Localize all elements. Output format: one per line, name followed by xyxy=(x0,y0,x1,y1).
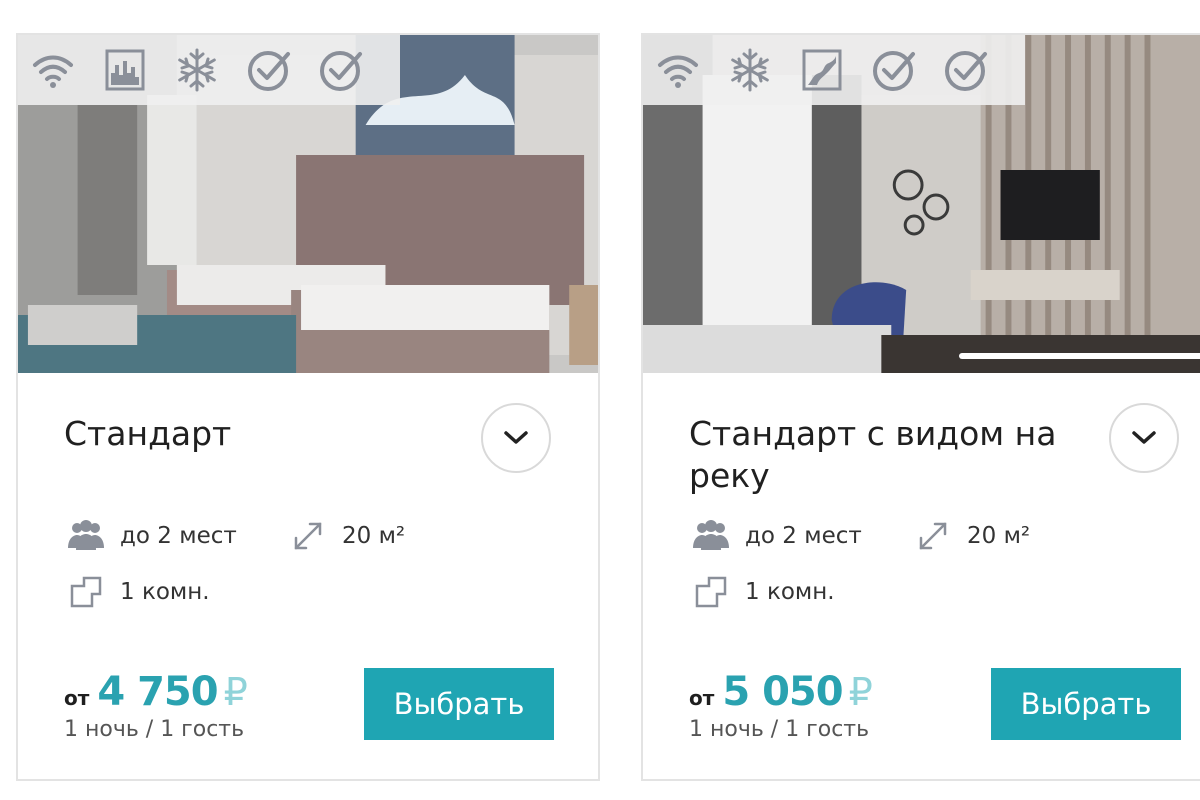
room-card: Стандарт с видом на реку до 2 мест 20 м² xyxy=(641,33,1200,781)
amenities-bar xyxy=(18,35,400,105)
wifi-icon xyxy=(651,43,705,97)
room-card: Стандарт до 2 мест 20 м² 1 комн. от 4 75… xyxy=(16,33,600,781)
room-photo[interactable] xyxy=(643,35,1200,373)
expand-details-button[interactable] xyxy=(481,403,551,473)
chevron-down-icon xyxy=(504,431,528,444)
price-value: 5 050 xyxy=(722,669,843,715)
rooms-count-text: 1 комн. xyxy=(745,579,835,605)
rooms-count-feature: 1 комн. xyxy=(64,574,210,610)
area-text: 20 м² xyxy=(967,523,1031,549)
guests-icon xyxy=(64,518,108,554)
check-circle-icon xyxy=(939,43,993,97)
guests-icon xyxy=(689,518,733,554)
air-conditioning-icon xyxy=(170,43,224,97)
resize-icon xyxy=(286,518,330,554)
rooms-count-feature: 1 комн. xyxy=(689,574,835,610)
price-from-label: от xyxy=(64,686,90,710)
select-room-button[interactable]: Выбрать xyxy=(364,668,554,740)
check-circle-icon xyxy=(242,43,296,97)
price-value: 4 750 xyxy=(97,669,218,715)
room-title: Стандарт с видом на реку xyxy=(689,414,1057,495)
wifi-icon xyxy=(26,43,80,97)
floorplan-icon xyxy=(64,574,108,610)
floorplan-icon xyxy=(689,574,733,610)
price-note: 1 ночь / 1 гость xyxy=(689,717,870,742)
capacity-text: до 2 мест xyxy=(745,523,862,549)
resize-icon xyxy=(911,518,955,554)
room-title: Стандарт xyxy=(64,414,232,453)
price-block: от 4 750 ₽ 1 ночь / 1 гость xyxy=(64,669,248,742)
room-photo[interactable] xyxy=(18,35,598,373)
price-block: от 5 050 ₽ 1 ночь / 1 гость xyxy=(689,669,873,742)
price-note: 1 ночь / 1 гость xyxy=(64,717,245,742)
currency-symbol: ₽ xyxy=(848,670,873,714)
check-circle-icon xyxy=(867,43,921,97)
amenities-bar xyxy=(643,35,1025,105)
capacity-text: до 2 мест xyxy=(120,523,237,549)
check-circle-icon xyxy=(314,43,368,97)
room-features: до 2 мест 20 м² 1 комн. xyxy=(64,515,544,627)
room-features: до 2 мест 20 м² 1 комн. xyxy=(689,515,1169,627)
rooms-count-text: 1 комн. xyxy=(120,579,210,605)
area-text: 20 м² xyxy=(342,523,406,549)
currency-symbol: ₽ xyxy=(223,670,248,714)
city-view-icon xyxy=(98,43,152,97)
select-room-button[interactable]: Выбрать xyxy=(991,668,1181,740)
chevron-down-icon xyxy=(1132,431,1156,444)
air-conditioning-icon xyxy=(723,43,777,97)
price-from-label: от xyxy=(689,686,715,710)
expand-details-button[interactable] xyxy=(1109,403,1179,473)
area-feature: 20 м² xyxy=(286,518,405,554)
carousel-indicator[interactable] xyxy=(959,353,1200,359)
capacity-feature: до 2 мест xyxy=(64,518,286,554)
capacity-feature: до 2 мест xyxy=(689,518,911,554)
river-view-icon xyxy=(795,43,849,97)
area-feature: 20 м² xyxy=(911,518,1030,554)
